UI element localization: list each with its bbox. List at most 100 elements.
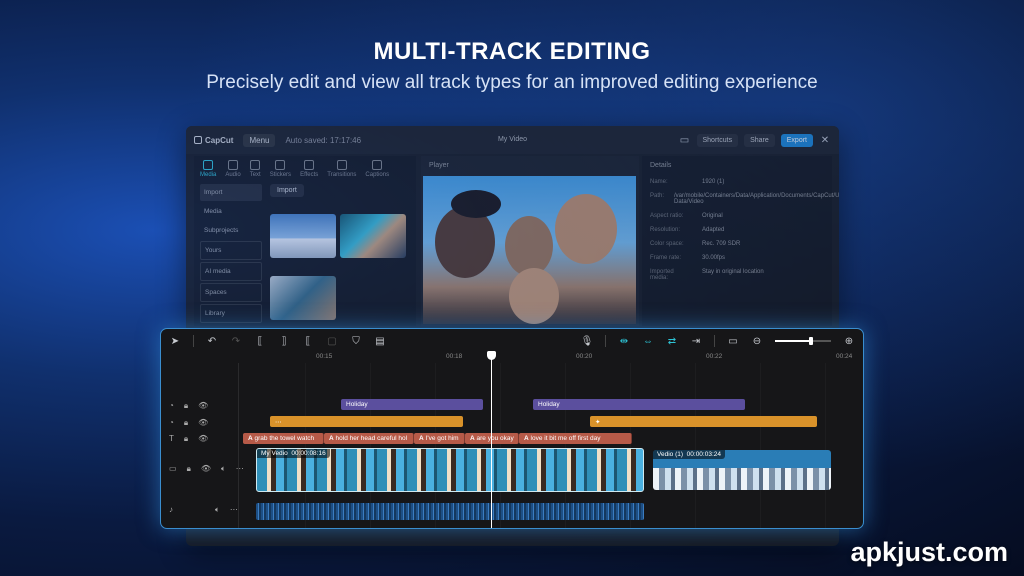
mute-icon[interactable]: 🔈︎ bbox=[221, 464, 226, 474]
eye-icon[interactable]: 👁︎ bbox=[201, 464, 211, 474]
caption-clip[interactable]: A are you okay bbox=[465, 433, 519, 444]
tab-captions[interactable]: Captions bbox=[365, 160, 389, 178]
sidebar-item-subprojects[interactable]: Subprojects bbox=[200, 222, 262, 239]
detail-row: Resolution: Adapted bbox=[642, 223, 832, 237]
undo-icon[interactable]: ↶ bbox=[206, 335, 218, 347]
import-button[interactable]: Import bbox=[270, 184, 304, 197]
player-label: Player bbox=[429, 162, 449, 169]
shield-icon[interactable]: ⛉ bbox=[350, 335, 362, 347]
clip-label: Holiday bbox=[538, 401, 560, 408]
split-right-icon[interactable]: ⟦ bbox=[302, 335, 314, 347]
snap-icon[interactable]: ⇄ bbox=[666, 335, 678, 347]
clip-info: My Vedio 00:00:08:16 bbox=[257, 449, 330, 458]
detail-value: /var/mobile/Containers/Data/Application/… bbox=[674, 193, 839, 205]
ruler-tick: 00:22 bbox=[706, 353, 723, 360]
link-icon[interactable]: ⇔ bbox=[642, 335, 654, 347]
sidebar-item-media[interactable]: Media bbox=[200, 203, 262, 220]
detail-row: Frame rate: 30.00fps bbox=[642, 251, 832, 265]
second-video-clip[interactable]: Vedio (1) 00:00:03:24 bbox=[653, 450, 831, 490]
sidebar-item-ai-media[interactable]: AI media bbox=[200, 262, 262, 281]
sidebar-item-spaces[interactable]: Spaces bbox=[200, 283, 262, 302]
more-icon[interactable]: ⋯ bbox=[230, 505, 238, 515]
caption-icon[interactable]: ▤ bbox=[374, 335, 386, 347]
media-thumbnail[interactable] bbox=[340, 214, 406, 258]
export-button[interactable]: Export bbox=[780, 133, 813, 147]
caption-icon: A bbox=[329, 435, 334, 442]
tab-media[interactable]: Media bbox=[200, 160, 216, 178]
eye-icon[interactable]: 👁︎ bbox=[198, 401, 208, 411]
clip-label: hold her head careful hol bbox=[335, 435, 408, 442]
editor-topbar: CapCut Menu Auto saved: 17:17:46 ▭ Short… bbox=[186, 126, 839, 154]
layout-icon[interactable]: ▭ bbox=[679, 134, 691, 146]
caption-clip[interactable]: A I've got him bbox=[414, 433, 465, 444]
zoom-in-icon[interactable]: ⊕ bbox=[843, 335, 855, 347]
eye-icon[interactable]: 👁︎ bbox=[198, 434, 208, 444]
sticker-clip[interactable]: Holiday bbox=[341, 399, 483, 410]
audio-track-icon: ♪ bbox=[169, 505, 173, 514]
mute-icon[interactable]: 🔈︎ bbox=[215, 505, 220, 515]
playhead[interactable] bbox=[487, 351, 496, 528]
caption-clip[interactable]: A love it bit me off first day bbox=[519, 433, 632, 444]
clip-label: grab the towel watch bbox=[254, 435, 315, 442]
lock-icon[interactable]: 🔒︎ bbox=[184, 418, 188, 428]
redo-icon[interactable]: ↷ bbox=[230, 335, 242, 347]
close-icon[interactable]: ✕ bbox=[819, 134, 831, 146]
detail-key: Aspect ratio: bbox=[650, 213, 684, 219]
more-icon[interactable]: ⋯ bbox=[236, 464, 244, 474]
lock-icon[interactable]: 🔒︎ bbox=[187, 464, 191, 474]
app-name: CapCut bbox=[205, 135, 234, 145]
split-icon[interactable]: ⟦ bbox=[254, 335, 266, 347]
zoom-slider-fill bbox=[775, 340, 811, 342]
media-sidebar: Import Media Subprojects Yours AI media … bbox=[200, 184, 262, 325]
tab-transitions[interactable]: Transitions bbox=[327, 160, 356, 178]
sticker-track-icon: ◔ bbox=[169, 401, 174, 410]
split-left-icon[interactable]: ⟧ bbox=[278, 335, 290, 347]
microphone-icon[interactable]: 🎙 bbox=[581, 335, 594, 347]
app-logo: CapCut bbox=[194, 136, 233, 145]
zoom-slider-handle[interactable] bbox=[809, 337, 813, 345]
caption-clip[interactable]: A hold her head careful hol bbox=[324, 433, 414, 444]
sticker-track-header: ◔ 🔒︎ 👁︎ bbox=[169, 401, 208, 411]
tab-audio[interactable]: Audio bbox=[225, 160, 240, 178]
shortcuts-button[interactable]: Shortcuts bbox=[696, 133, 739, 147]
zoom-out-icon[interactable]: ⊖ bbox=[751, 335, 763, 347]
preview-axis-icon[interactable]: ⇥ bbox=[690, 335, 702, 347]
capcut-logo-icon bbox=[194, 136, 202, 144]
link-main-track-icon[interactable]: ⇹ bbox=[618, 335, 630, 347]
media-thumbnail[interactable] bbox=[270, 276, 336, 320]
select-cursor-icon[interactable]: ➤ bbox=[169, 335, 181, 347]
tab-effects[interactable]: Effects bbox=[300, 160, 318, 178]
zoom-slider[interactable] bbox=[775, 337, 831, 345]
share-button[interactable]: Share bbox=[744, 133, 775, 147]
audio-waveform-clip[interactable] bbox=[256, 503, 644, 520]
sidebar-item-import[interactable]: Import bbox=[200, 184, 262, 201]
timeline-toolbar: ➤ ↶ ↷ ⟦ ⟧ ⟦ ▢ ⛉ ▤ 🎙 ⇹ ⇔ ⇄ ⇥ ▭ ⊖ ⊕ bbox=[161, 329, 863, 353]
tool-tabs: Media Audio Text Stickers Effects Transi… bbox=[194, 156, 416, 182]
ruler-tick: 00:24 bbox=[836, 353, 853, 360]
lock-icon[interactable]: 🔒︎ bbox=[184, 401, 188, 411]
sidebar-item-yours[interactable]: Yours bbox=[200, 241, 262, 260]
watermark: apkjust.com bbox=[850, 537, 1008, 567]
audio-track-header: ♪ 🔈︎ ⋯ bbox=[169, 505, 238, 515]
eye-icon[interactable]: 👁︎ bbox=[198, 418, 208, 428]
media-thumbnail[interactable] bbox=[270, 214, 336, 258]
time-ruler[interactable]: 00:15 00:18 00:20 00:22 00:24 bbox=[241, 353, 863, 363]
sticker-clip[interactable]: Holiday bbox=[533, 399, 745, 410]
menu-button[interactable]: Menu bbox=[243, 133, 276, 147]
clip-name: My Vedio bbox=[261, 450, 288, 457]
fit-icon[interactable]: ▭ bbox=[727, 335, 739, 347]
tab-text[interactable]: Text bbox=[250, 160, 261, 178]
caption-clip[interactable]: A grab the towel watch bbox=[243, 433, 324, 444]
video-track-icon: ▭ bbox=[169, 464, 177, 473]
track-headers: ◔ 🔒︎ 👁︎ ◔ 🔒︎ 👁︎ T 🔒︎ 👁︎ ▭ 🔒︎ 👁︎ 🔈︎ ⋯ ♪ 🔈︎ ⋯ bbox=[161, 363, 244, 528]
lock-icon[interactable]: 🔒︎ bbox=[184, 434, 188, 444]
tab-stickers[interactable]: Stickers bbox=[270, 160, 291, 178]
effect-clip[interactable]: ⋯ bbox=[270, 416, 463, 427]
topbar-actions: ▭ Shortcuts Share Export ✕ bbox=[679, 133, 832, 147]
main-video-clip[interactable]: My Vedio 00:00:08:16 bbox=[256, 448, 644, 492]
delete-icon[interactable]: ▢ bbox=[326, 335, 338, 347]
effect-clip[interactable]: ✦ bbox=[590, 416, 817, 427]
detail-key: Path: bbox=[650, 193, 665, 199]
autosave-status: Auto saved: 17:17:46 bbox=[285, 135, 362, 145]
sidebar-item-library[interactable]: Library bbox=[200, 304, 262, 323]
